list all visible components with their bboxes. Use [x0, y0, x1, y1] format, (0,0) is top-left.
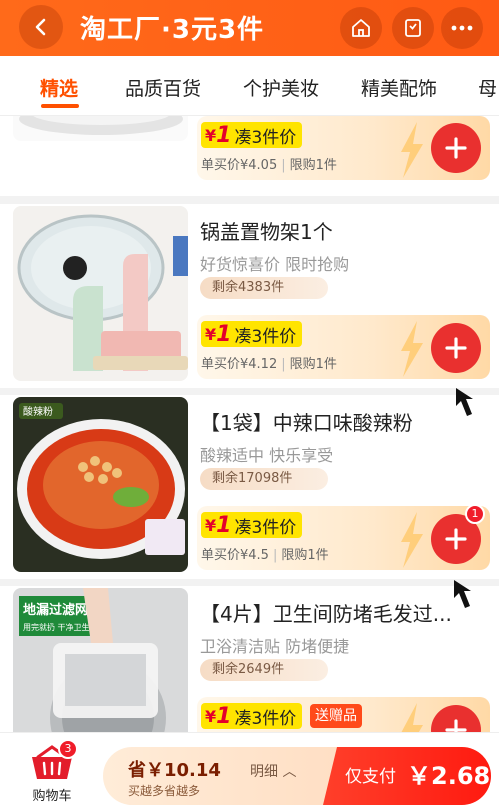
deal-currency: ¥	[205, 515, 217, 535]
purchase-limit: 限购1件	[289, 357, 337, 372]
deal-currency: ¥	[205, 706, 217, 726]
deal-price: 1	[216, 321, 232, 347]
product-image: 地漏过滤网 用完就扔 干净卫生	[13, 588, 188, 732]
back-button[interactable]	[19, 5, 63, 49]
added-count-badge: 1	[465, 504, 485, 524]
savings-amount: 省￥10.14	[128, 760, 221, 781]
pay-label: 仅支付	[345, 767, 396, 787]
more-icon	[451, 25, 473, 31]
single-price: 单买价¥4.12	[201, 357, 278, 372]
deal-text: 凑3件价	[234, 517, 297, 538]
product-list: ¥ 1 凑3件价 单买价¥4.05 | 限购1件 锅盖置物架1个 好货惊喜价 限…	[0, 116, 499, 732]
single-price: 单买价¥4.05	[201, 158, 278, 173]
pay-button[interactable]: 仅支付 ￥2.68	[323, 747, 491, 805]
lightning-icon	[401, 703, 423, 732]
add-to-cart-button[interactable]: 1	[431, 504, 485, 564]
back-arrow-icon	[35, 18, 46, 36]
deal-price: 1	[216, 122, 232, 148]
stock-remaining: 剩余17098件	[200, 468, 328, 490]
tab-maternal[interactable]: 母	[478, 74, 497, 101]
pointer-arrow-icon	[454, 580, 471, 608]
deal-tag: ¥ 1 凑3件价	[201, 512, 303, 538]
bottom-bar: 3 购物车 省￥10.14 买越多省越多 明细 ︿ 仅支付 ￥2.68	[0, 732, 499, 807]
product-card[interactable]: 地漏过滤网 用完就扔 干净卫生 【4片】卫生间防堵毛发过... 卫浴清洁贴 防堵…	[0, 586, 499, 732]
plus-icon	[445, 137, 467, 159]
deal-currency: ¥	[205, 125, 217, 145]
product-subtitle: 酸辣适中 快乐享受	[200, 446, 334, 465]
deal-text: 凑3件价	[234, 708, 297, 729]
add-to-cart-button[interactable]	[431, 323, 481, 373]
lightning-icon	[401, 321, 423, 377]
stock-remaining: 剩余4383件	[200, 277, 328, 299]
product-subtitle: 卫浴清洁贴 防堵便捷	[200, 637, 350, 656]
cart-label: 购物车	[32, 789, 72, 804]
plus-icon	[445, 528, 467, 550]
deal-price: 1	[216, 512, 232, 538]
deal-tag: ¥ 1 凑3件价	[201, 703, 303, 729]
deal-tag: ¥ 1 凑3件价	[201, 321, 303, 347]
product-card[interactable]: 锅盖置物架1个 好货惊喜价 限时抢购 剩余4383件 ¥ 1 凑3件价 单买价¥…	[0, 204, 499, 388]
product-card[interactable]: 酸辣粉 【1袋】中辣口味酸辣粉 酸辣适中 快乐享受 剩余17098件 ¥ 1 凑…	[0, 395, 499, 579]
deal-currency: ¥	[205, 324, 217, 344]
active-tab-indicator	[41, 104, 79, 108]
gift-badge: 送赠品	[310, 704, 362, 728]
stock-remaining: 剩余2649件	[200, 659, 328, 681]
bookmark-button[interactable]	[392, 7, 434, 49]
home-icon	[352, 19, 370, 37]
home-button[interactable]	[340, 7, 382, 49]
single-price-line: 单买价¥4.05 | 限购1件	[201, 158, 337, 173]
cart-count-badge: 3	[58, 739, 78, 759]
product-image-caption: 用完就扔 干净卫生	[23, 622, 90, 632]
tab-accessories[interactable]: 精美配饰	[361, 74, 437, 101]
single-price-line: 单买价¥4.12 | 限购1件	[201, 357, 337, 372]
product-image-brand: 酸辣粉	[23, 405, 53, 418]
purchase-limit: 限购1件	[289, 158, 337, 173]
product-title: 【1袋】中辣口味酸辣粉	[200, 411, 413, 435]
deal-tag: ¥ 1 凑3件价	[201, 122, 303, 148]
pointer-arrow-icon	[456, 388, 473, 416]
deal-price: 1	[216, 703, 232, 729]
add-to-cart-button[interactable]	[431, 123, 481, 173]
product-image: 酸辣粉	[13, 397, 188, 572]
lightning-icon	[401, 512, 423, 568]
bookmark-icon	[405, 19, 421, 37]
deal-text: 凑3件价	[234, 326, 297, 347]
more-button[interactable]	[441, 7, 483, 49]
page-title: 淘工厂·3元3件	[80, 15, 265, 45]
details-toggle[interactable]: 明细 ︿	[250, 761, 296, 781]
product-image-title: 地漏过滤网	[23, 602, 88, 618]
product-image	[13, 116, 188, 141]
product-card[interactable]: ¥ 1 凑3件价 单买价¥4.05 | 限购1件	[0, 116, 499, 196]
plus-icon	[445, 337, 467, 359]
product-image	[13, 206, 188, 381]
single-price-line: 单买价¥4.5 | 限购1件	[201, 548, 329, 563]
category-tabs: 精选 品质百货 个护美妆 精美配饰 母	[0, 56, 499, 116]
header: 淘工厂·3元3件	[0, 0, 499, 56]
savings-subtext: 买越多省越多	[128, 784, 201, 798]
product-subtitle: 好货惊喜价 限时抢购	[200, 255, 350, 274]
plus-icon	[445, 719, 467, 732]
tab-quality-goods[interactable]: 品质百货	[125, 74, 201, 101]
lightning-icon	[401, 122, 423, 178]
product-title: 锅盖置物架1个	[200, 220, 333, 244]
tab-featured[interactable]: 精选	[40, 74, 78, 101]
single-price: 单买价¥4.5	[201, 548, 269, 563]
purchase-limit: 限购1件	[281, 548, 329, 563]
tab-personal-care[interactable]: 个护美妆	[243, 74, 319, 101]
deal-text: 凑3件价	[234, 127, 297, 148]
cart-button[interactable]: 3 购物车	[22, 739, 82, 804]
pay-amount: ￥2.68	[407, 762, 491, 790]
product-title: 【4片】卫生间防堵毛发过...	[200, 602, 452, 626]
